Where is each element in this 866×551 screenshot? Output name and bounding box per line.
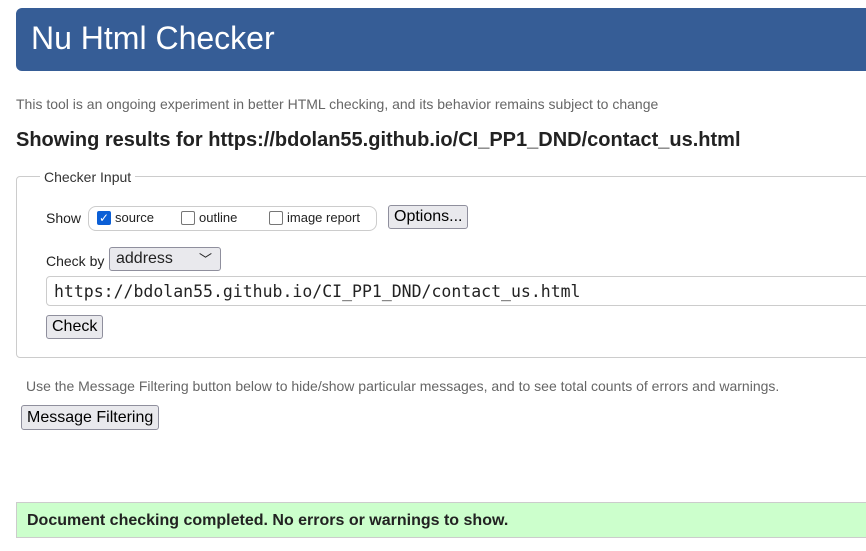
checkbox-icon[interactable] xyxy=(181,210,195,225)
checkbox-checked-icon[interactable]: ✓ xyxy=(97,210,111,225)
chevron-down-icon: ﹀ xyxy=(198,252,212,267)
status-message: Document checking completed. No errors o… xyxy=(16,502,866,538)
option-label: image report xyxy=(287,210,360,225)
check-button[interactable]: Check xyxy=(46,315,104,339)
show-options-group: ✓ source outline image report xyxy=(88,206,377,231)
fieldset-legend: Checker Input xyxy=(40,169,136,185)
page-title: Nu Html Checker xyxy=(31,20,275,56)
tagline: This tool is an ongoing experiment in be… xyxy=(16,96,659,112)
show-source-option[interactable]: ✓ source xyxy=(97,210,154,225)
filter-note: Use the Message Filtering button below t… xyxy=(26,378,780,394)
option-label: source xyxy=(115,210,155,225)
show-label: Show xyxy=(46,210,82,226)
show-image-report-option[interactable]: image report xyxy=(269,210,360,225)
header-banner: Nu Html Checker xyxy=(16,8,866,71)
url-input[interactable]: https://bdolan55.github.io/CI_PP1_DND/co… xyxy=(46,276,866,306)
check-by-select[interactable]: address ﹀ xyxy=(109,247,221,271)
check-by-label: Check by xyxy=(46,253,105,269)
select-value: address xyxy=(116,250,173,267)
option-label: outline xyxy=(199,210,238,225)
options-button[interactable]: Options... xyxy=(388,205,469,229)
message-filtering-button[interactable]: Message Filtering xyxy=(21,405,160,430)
show-outline-option[interactable]: outline xyxy=(181,210,237,225)
results-heading: Showing results for https://bdolan55.git… xyxy=(16,129,741,151)
checkbox-icon[interactable] xyxy=(269,210,283,225)
